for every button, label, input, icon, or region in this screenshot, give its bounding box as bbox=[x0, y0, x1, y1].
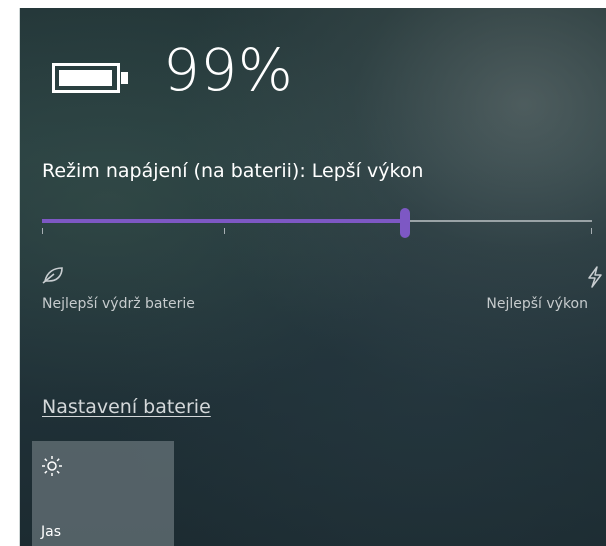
leaf-icon bbox=[42, 266, 64, 288]
battery-percentage: 99% bbox=[163, 36, 294, 104]
battery-settings-link[interactable]: Nastavení baterie bbox=[42, 394, 211, 420]
power-mode-label: Režim napájení (na baterii): Lepší výkon bbox=[42, 160, 424, 182]
slider-tick bbox=[224, 228, 225, 234]
slider-tick bbox=[42, 228, 43, 234]
quick-action-brightness-tile[interactable]: Jas bbox=[32, 441, 174, 546]
battery-terminal bbox=[121, 72, 128, 84]
quick-action-label: Jas bbox=[41, 524, 62, 540]
best-performance-label: Nejlepší výkon bbox=[486, 296, 588, 312]
best-battery-label: Nejlepší výdrž baterie bbox=[42, 296, 195, 312]
slider-tick bbox=[591, 228, 592, 234]
slider-track-active bbox=[42, 219, 405, 223]
battery-flyout: 99% Režim napájení (na baterii): Lepší v… bbox=[20, 8, 606, 546]
power-mode-slider[interactable] bbox=[42, 208, 592, 238]
slider-thumb[interactable] bbox=[400, 208, 410, 238]
battery-icon bbox=[52, 63, 132, 97]
battery-level-fill bbox=[59, 70, 112, 86]
brightness-icon bbox=[41, 455, 63, 481]
lightning-icon bbox=[586, 266, 604, 292]
